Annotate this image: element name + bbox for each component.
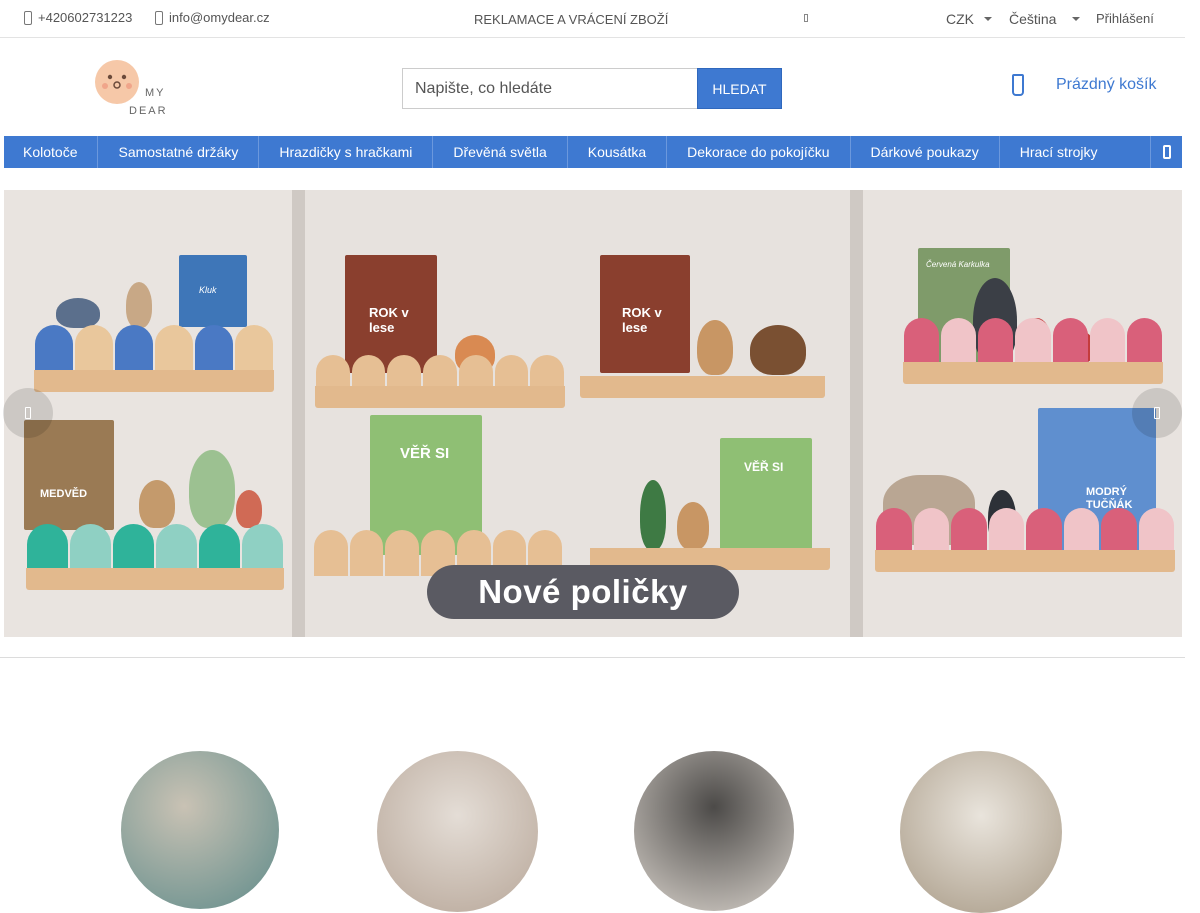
site-logo[interactable]: MY DEAR (93, 56, 175, 118)
menu-icon (1162, 145, 1171, 159)
currency-select[interactable]: CZK (946, 11, 992, 27)
nav-item-dekorace[interactable]: Dekorace do pokojíčku (667, 136, 851, 168)
book-medved: MEDVĚD (24, 420, 114, 530)
shelf-scallop (903, 318, 1163, 364)
phone-number[interactable]: +420602731223 (38, 10, 132, 25)
cart-label[interactable]: Prázdný košík (1056, 76, 1156, 94)
tree-toy (640, 480, 666, 550)
book-title: Kluk (199, 285, 217, 295)
phone-contact[interactable]: +420602731223 (24, 10, 132, 25)
shelf (315, 386, 565, 408)
nav-item-kousatka[interactable]: Kousátka (568, 136, 668, 168)
banner-badge: Nové poličky (427, 565, 739, 619)
carousel-next-button[interactable] (1132, 388, 1182, 438)
info-icon (804, 14, 808, 22)
nav-item-poukazy[interactable]: Dárkové poukazy (851, 136, 1000, 168)
search-input[interactable] (402, 68, 697, 109)
phone-icon (24, 10, 32, 25)
chevron-left-icon (25, 407, 31, 419)
shelf-bottom (26, 568, 284, 590)
chevron-right-icon (1154, 407, 1160, 419)
language-select[interactable]: Čeština (1009, 11, 1081, 27)
returns-link-label[interactable]: REKLAMACE A VRÁCENÍ ZBOŽÍ (474, 12, 668, 27)
nav-more-button[interactable] (1150, 136, 1182, 168)
nav-item-svetla[interactable]: Dřevěná světla (433, 136, 568, 168)
language-value[interactable]: Čeština (1009, 11, 1056, 27)
nav-item-drzaky[interactable]: Samostatné držáky (98, 136, 260, 168)
returns-link[interactable]: REKLAMACE A VRÁCENÍ ZBOŽÍ (474, 12, 668, 27)
book-title: ROK v lese (622, 305, 662, 335)
shelf (875, 550, 1175, 572)
hero-banner[interactable]: Kluk MEDVĚD ROK v lese ROK v lese VĚŘ SI… (4, 190, 1182, 637)
login-label[interactable]: Přihlášení (1096, 11, 1154, 26)
shelf (903, 362, 1163, 384)
email-icon (155, 10, 163, 25)
book-rok-v-lese: ROK v lese (600, 255, 690, 373)
category-image[interactable] (634, 751, 794, 911)
topbar-extra-icon[interactable] (804, 14, 808, 22)
deer-toy (697, 320, 733, 375)
logo-text-dear: DEAR (129, 105, 168, 117)
book-title: VĚŘ SI (400, 445, 450, 462)
cart[interactable]: Prázdný košík (1012, 74, 1156, 96)
book-title: ROK v lese (369, 305, 409, 335)
book-title: MEDVĚD (40, 488, 88, 500)
search-button[interactable]: HLEDAT (697, 68, 782, 109)
book-kluk: Kluk (179, 255, 247, 327)
search-form: HLEDAT (402, 68, 782, 109)
book-title: Červená Karkulka (926, 260, 990, 269)
shelf (580, 376, 825, 398)
mushroom-toy (236, 490, 262, 528)
logo-text-my: MY (145, 87, 166, 99)
category-image[interactable] (377, 751, 538, 912)
email-address[interactable]: info@omydear.cz (169, 10, 270, 25)
nav-item-kolotoce[interactable]: Kolotoče (4, 136, 99, 168)
book-title: VĚŘ SI (744, 460, 784, 474)
top-bar: +420602731223 info@omydear.cz REKLAMACE … (0, 0, 1185, 38)
nav-item-strojky[interactable]: Hrací strojky (1000, 136, 1118, 168)
carousel-prev-button[interactable] (3, 388, 53, 438)
bear-toy (750, 325, 806, 375)
category-image[interactable] (121, 751, 279, 909)
figure-toy (126, 282, 152, 328)
category-image[interactable] (900, 751, 1062, 913)
deer-toy (139, 480, 175, 528)
panel-divider (850, 190, 863, 637)
nav-item-hrazdicky[interactable]: Hrazdičky s hračkami (259, 136, 434, 168)
section-divider (0, 657, 1185, 658)
whale-toy (56, 298, 100, 328)
deer-toy (677, 502, 709, 550)
book-ver-si: VĚŘ SI (720, 438, 812, 550)
chevron-down-icon (984, 17, 992, 21)
logo-graphic: MY DEAR (95, 60, 168, 117)
tree-toy (189, 450, 235, 528)
shelf-scallop (875, 508, 1175, 554)
cart-icon[interactable] (1012, 74, 1024, 96)
login-link[interactable]: Přihlášení (1096, 11, 1154, 26)
panel-divider (292, 190, 305, 637)
shelf-top-scallop (34, 325, 274, 371)
shelf-bottom-scallop (26, 524, 284, 570)
currency-value[interactable]: CZK (946, 11, 974, 27)
shelf-top (34, 370, 274, 392)
chevron-down-icon (1072, 17, 1081, 21)
main-navigation: Kolotoče Samostatné držáky Hrazdičky s h… (4, 136, 1182, 168)
email-contact[interactable]: info@omydear.cz (155, 10, 270, 25)
